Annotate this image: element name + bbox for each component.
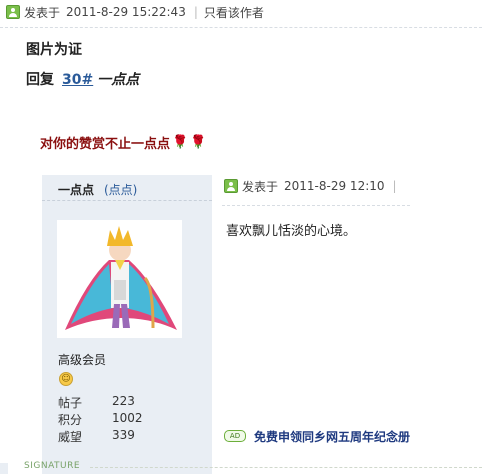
username-alt: (点点)	[104, 183, 138, 197]
user-icon	[224, 179, 238, 193]
user-card-header: 一点点 (点点)	[42, 175, 212, 201]
user-card: 一点点 (点点) 高级会员 ☺ 帖子 223 积分 1002 威望 339	[42, 175, 212, 474]
card-bottom-edge	[0, 463, 8, 474]
post-meta: 发表于 2011-8-29 15:22:43 | 只看该作者	[6, 4, 264, 20]
stat-label: 帖子	[58, 396, 83, 410]
stat-label: 积分	[58, 413, 83, 427]
post-title: 图片为证	[26, 42, 82, 58]
ad-link[interactable]: 免费申领同乡网五周年纪念册	[254, 428, 410, 445]
stat-value: 223	[112, 394, 135, 408]
quoted-user: 一点点	[97, 72, 140, 88]
user-stats: 帖子 223 积分 1002 威望 339	[58, 394, 143, 445]
user-icon	[6, 5, 20, 19]
ad-badge-icon: AD	[224, 430, 246, 442]
stat-label: 威望	[58, 430, 83, 444]
stat-value: 1002	[112, 411, 143, 425]
smiley-icon: ☺	[59, 372, 73, 386]
post-timestamp: 2011-8-29 15:22:43	[66, 5, 186, 19]
signature-divider	[90, 467, 482, 468]
divider	[222, 205, 410, 206]
user-rank: 高级会员	[58, 353, 107, 367]
stat-value: 339	[112, 428, 135, 442]
meta-separator: |	[193, 5, 198, 19]
rose-icon: 🌹	[190, 134, 207, 150]
ad-line: AD 免费申领同乡网五周年纪念册	[224, 428, 410, 444]
meta-separator: |	[392, 179, 397, 193]
praise-line: 对你的赞赏不止一点点 🌹 🌹	[40, 131, 206, 153]
avatar[interactable]	[57, 220, 182, 338]
rose-icon: 🌹	[172, 134, 189, 150]
post-content: 喜欢飘儿恬淡的心境。	[226, 224, 357, 239]
floor-link[interactable]: 30#	[62, 72, 93, 88]
reply-line: 回复 30# 一点点	[26, 69, 139, 89]
stat-prestige: 威望 339	[58, 428, 143, 445]
stat-points: 积分 1002	[58, 411, 143, 428]
divider	[0, 27, 482, 28]
praise-text: 对你的赞赏不止一点点	[40, 136, 171, 152]
quoted-timestamp: 2011-8-29 12:10	[284, 179, 385, 193]
reply-prefix: 回复	[26, 72, 54, 88]
posted-label: 发表于	[24, 5, 61, 20]
stat-posts: 帖子 223	[58, 394, 143, 411]
little-prince-avatar-icon	[65, 226, 177, 330]
quoted-post-meta: 发表于 2011-8-29 12:10 |	[224, 178, 403, 194]
signature-label: SIGNATURE	[24, 461, 81, 471]
author-only-link[interactable]: 只看该作者	[204, 4, 264, 21]
username-link[interactable]: 一点点	[58, 181, 94, 198]
posted-label: 发表于	[242, 179, 279, 194]
